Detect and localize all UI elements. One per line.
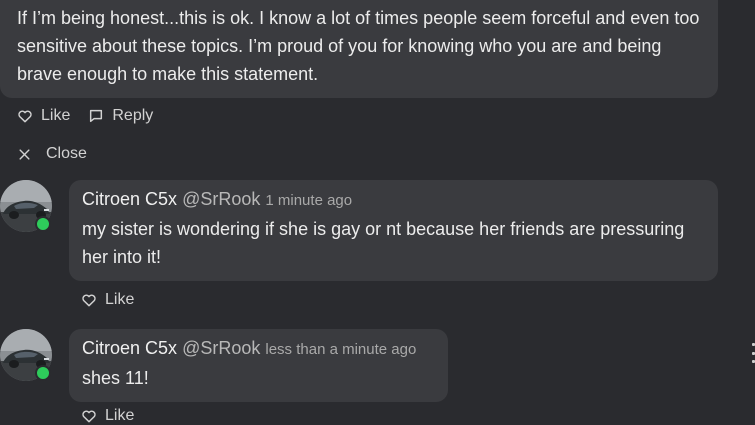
reply-bubble: Citroen C5x @SrRook 1 minute ago my sist…: [69, 180, 718, 281]
reply-bubble: Citroen C5x @SrRook less than a minute a…: [69, 329, 448, 402]
like-label: Like: [41, 107, 71, 124]
comment-text: shes 11!: [82, 368, 149, 388]
close-button[interactable]: Close: [18, 145, 87, 163]
timestamp: 1 minute ago: [265, 192, 353, 209]
author-handle[interactable]: @SrRook: [182, 189, 260, 209]
avatar[interactable]: [0, 329, 52, 381]
like-button[interactable]: Like: [17, 107, 70, 125]
reply-icon: [90, 109, 103, 123]
heart-icon: [82, 294, 96, 307]
close-icon: [19, 148, 30, 160]
like-button[interactable]: Like: [81, 291, 134, 309]
online-status-icon: [35, 216, 51, 232]
close-replies: Close: [18, 145, 87, 163]
author-name[interactable]: Citroen C5x: [82, 189, 177, 209]
reply-actions: Like: [81, 407, 134, 425]
like-label: Like: [105, 291, 135, 308]
avatar[interactable]: [0, 180, 52, 232]
parent-comment-actions: Like Reply: [17, 107, 153, 125]
reply-button[interactable]: Reply: [88, 107, 153, 125]
online-status-icon: [35, 365, 51, 381]
comment-text: my sister is wondering if she is gay or …: [82, 219, 685, 267]
comment-header: Citroen C5x @SrRook less than a minute a…: [82, 337, 434, 361]
author-handle[interactable]: @SrRook: [182, 338, 260, 358]
parent-comment-text: If I’m being honest...this is ok. I know…: [17, 8, 700, 84]
like-label: Like: [105, 407, 135, 424]
comment-header: Citroen C5x @SrRook 1 minute ago: [82, 188, 704, 212]
reply-actions: Like: [81, 291, 134, 309]
parent-comment-bubble: If I’m being honest...this is ok. I know…: [0, 0, 718, 98]
like-button[interactable]: Like: [81, 407, 134, 425]
close-label: Close: [46, 145, 87, 162]
reply-label: Reply: [112, 107, 154, 124]
timestamp: less than a minute ago: [265, 341, 417, 358]
heart-icon: [82, 410, 96, 423]
heart-icon: [18, 110, 32, 123]
author-name[interactable]: Citroen C5x: [82, 338, 177, 358]
